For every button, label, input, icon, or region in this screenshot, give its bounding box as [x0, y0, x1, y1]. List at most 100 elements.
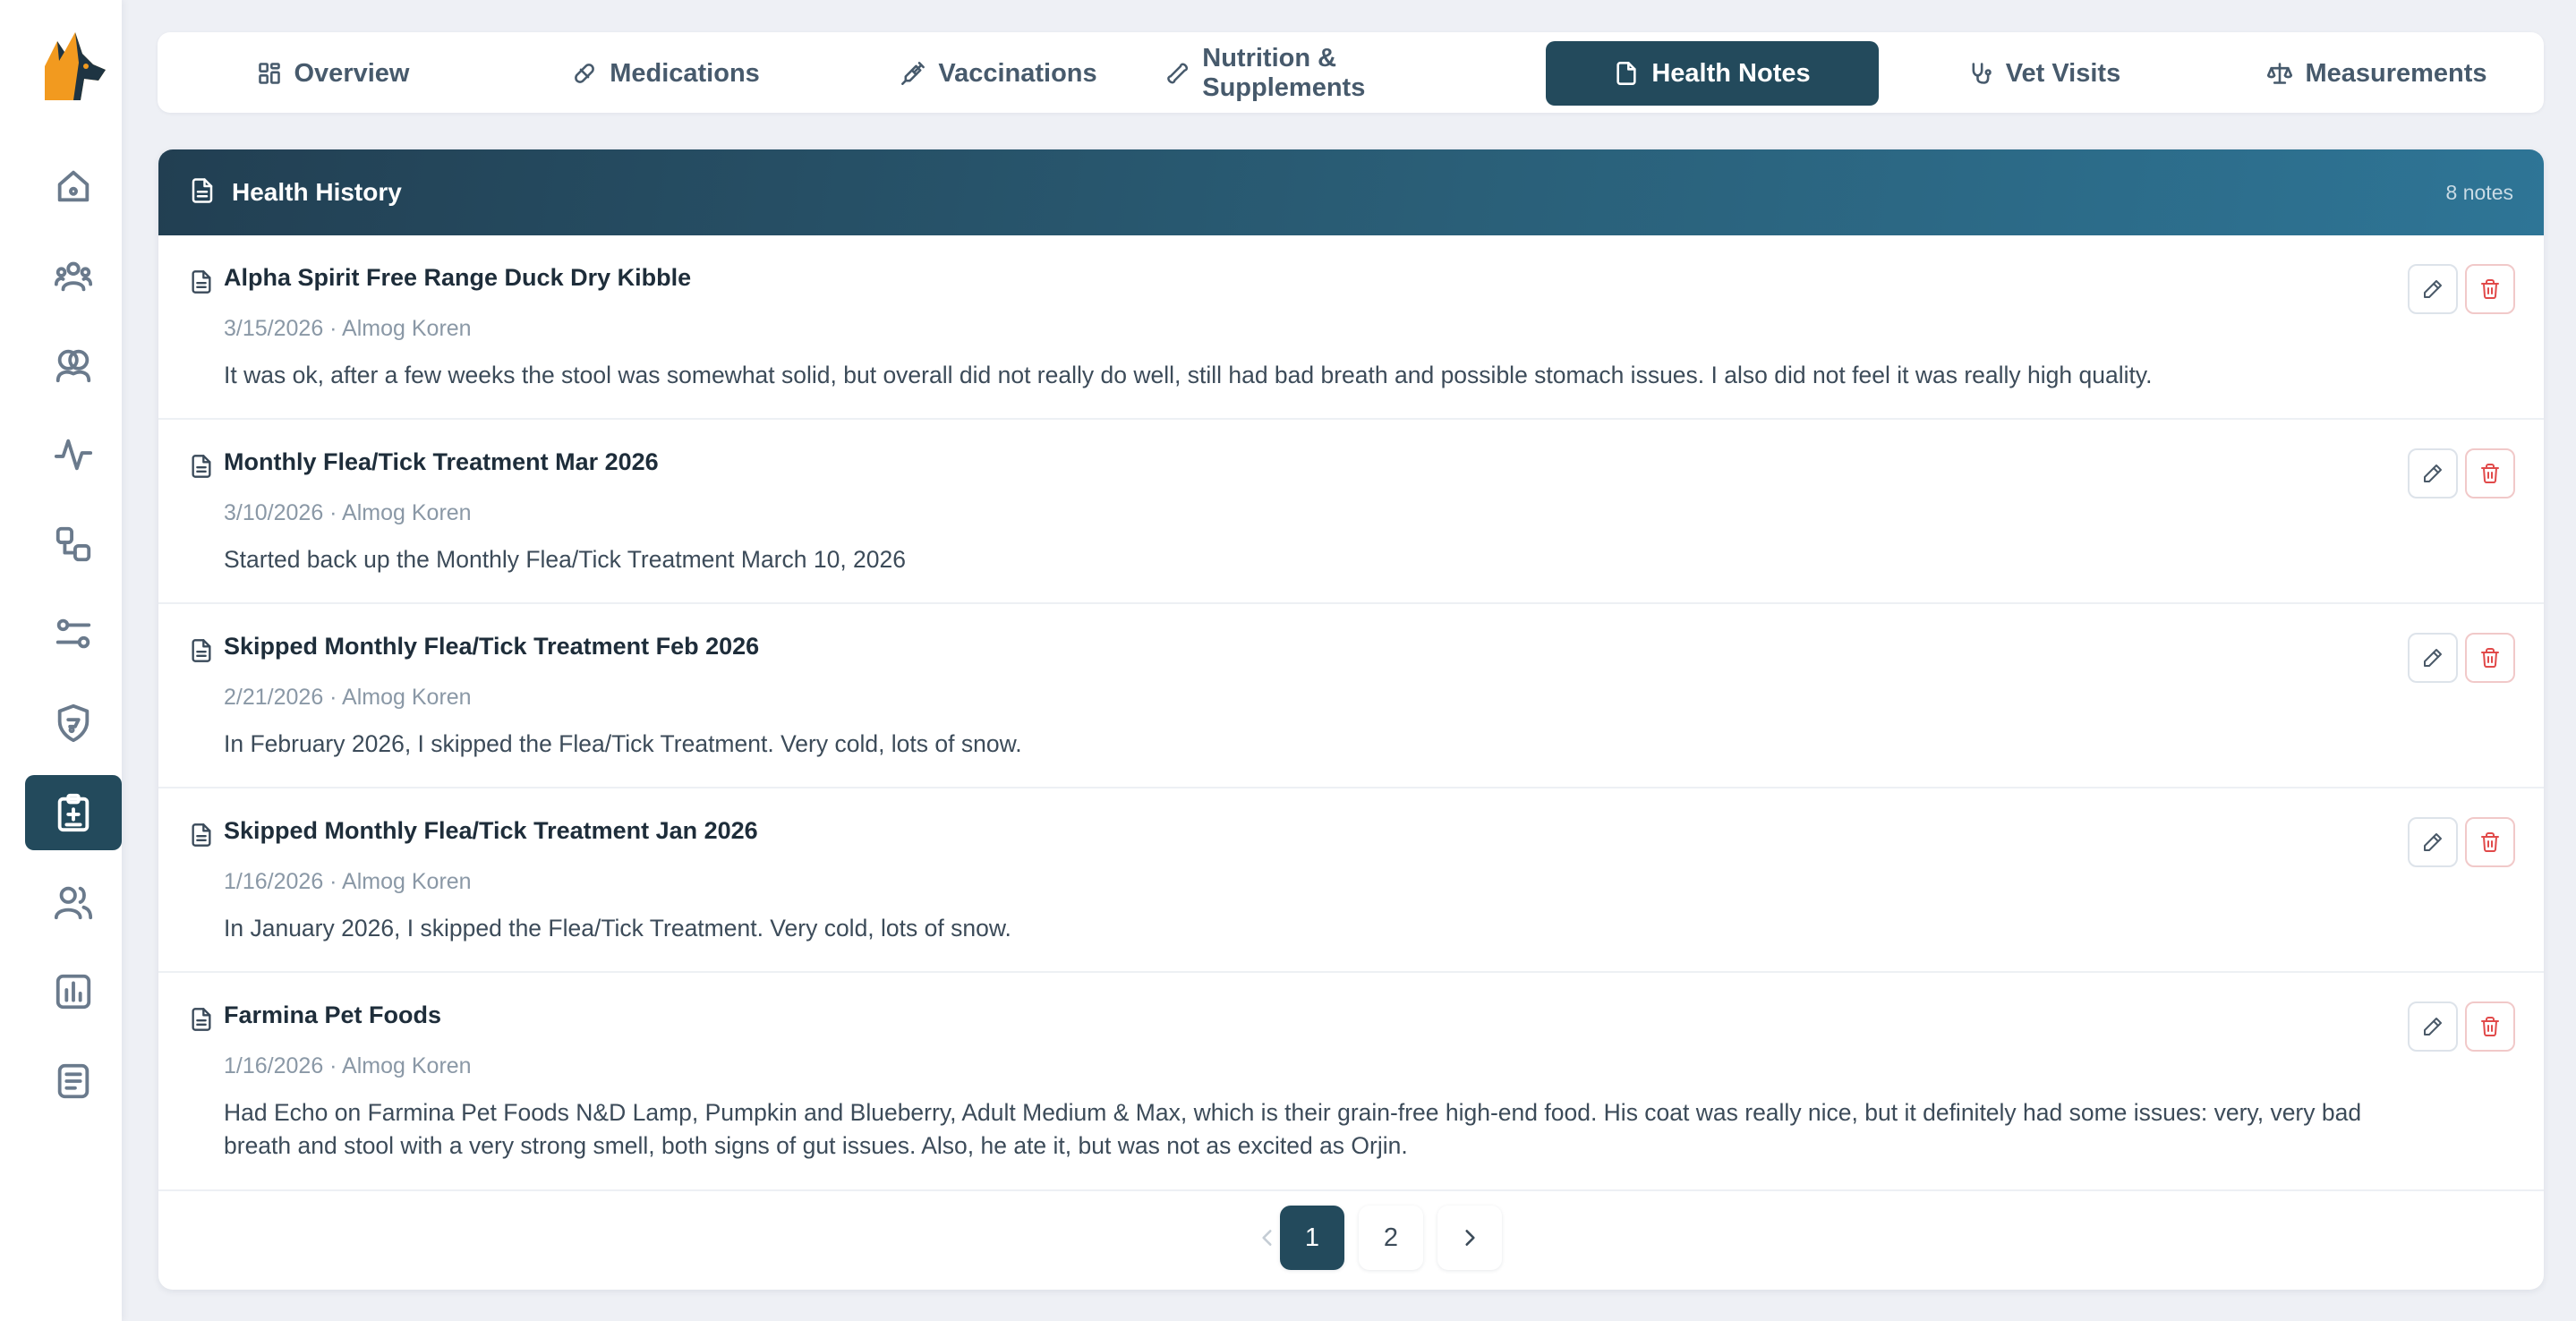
dog-logo[interactable] [39, 30, 107, 102]
page-2-button[interactable]: 2 [1359, 1206, 1423, 1270]
edit-note-button[interactable] [2408, 1001, 2458, 1052]
delete-note-button[interactable] [2465, 633, 2515, 683]
tab-vet-visits[interactable]: Vet Visits [1878, 41, 2211, 106]
delete-note-button[interactable] [2465, 817, 2515, 867]
medical-clipboard-icon [57, 793, 90, 832]
note-title: Skipped Monthly Flea/Tick Treatment Jan … [224, 817, 758, 844]
grid-icon [258, 63, 280, 84]
sidebar-item-activity[interactable] [25, 417, 122, 492]
delete-note-button[interactable] [2465, 448, 2515, 499]
edit-note-button[interactable] [2408, 264, 2458, 314]
pencil-icon [2424, 1018, 2442, 1035]
card-header: Health History 8 notes [158, 149, 2544, 235]
note-item: Skipped Monthly Flea/Tick Treatment Feb … [158, 604, 2544, 788]
note-meta: 3/15/2026 · Almog Koren [224, 316, 472, 341]
file-text-icon [189, 638, 214, 668]
note-body: It was ok, after a few weeks the stool w… [224, 362, 2153, 388]
pagination: 1 2 [158, 1206, 2544, 1272]
file-text-icon [189, 177, 216, 209]
tab-label: Health Notes [1651, 58, 1811, 88]
note-title: Farmina Pet Foods [224, 1001, 442, 1028]
notes-icon [57, 1063, 90, 1099]
sidebar-item-notes[interactable] [25, 1044, 122, 1119]
chart-icon [55, 974, 91, 1010]
note-title: Monthly Flea/Tick Treatment Mar 2026 [224, 448, 659, 475]
sidebar-item-settings[interactable] [25, 596, 122, 671]
users-icon [54, 886, 93, 920]
note-item: Farmina Pet Foods 1/16/2026 · Almog Kore… [158, 973, 2544, 1191]
card-title: Health History [232, 178, 402, 206]
sidebar [0, 0, 122, 1321]
tab-medications[interactable]: Medications [499, 41, 832, 106]
sidebar-item-health[interactable] [25, 775, 122, 850]
shield-paw-icon [57, 703, 90, 743]
pill-icon [575, 64, 595, 83]
tab-label: Measurements [2305, 58, 2487, 88]
file-icon [1616, 62, 1636, 85]
delete-note-button[interactable] [2465, 1001, 2515, 1052]
pencil-icon [2424, 649, 2442, 667]
note-item: Skipped Monthly Flea/Tick Treatment Jan … [158, 788, 2544, 973]
syringe-icon [901, 62, 925, 85]
note-meta: 3/10/2026 · Almog Koren [224, 500, 472, 525]
note-title: Alpha Spirit Free Range Duck Dry Kibble [224, 264, 692, 291]
edit-note-button[interactable] [2408, 448, 2458, 499]
file-text-icon [189, 822, 214, 852]
bone-icon [1167, 63, 1189, 84]
tab-vaccinations[interactable]: Vaccinations [832, 41, 1165, 106]
pencil-icon [2424, 833, 2442, 851]
note-body: In February 2026, I skipped the Flea/Tic… [224, 730, 1022, 757]
trash-icon [2481, 279, 2499, 299]
trash-icon [2481, 1017, 2499, 1036]
workflow-icon [55, 526, 91, 562]
health-history-card: Health History 8 notes Alpha Spirit Free… [158, 149, 2544, 1290]
pets-icon [55, 349, 91, 383]
tab-label: Medications [610, 58, 760, 88]
scale-icon [2267, 63, 2293, 84]
tab-label: Vaccinations [938, 58, 1097, 88]
note-body: Started back up the Monthly Flea/Tick Tr… [224, 546, 907, 573]
note-meta: 1/16/2026 · Almog Koren [224, 1053, 472, 1078]
edit-note-button[interactable] [2408, 633, 2458, 683]
pencil-icon [2424, 464, 2442, 482]
sidebar-item-pack[interactable] [25, 238, 122, 313]
next-page-button[interactable] [1437, 1206, 1502, 1270]
sidebar-item-reports[interactable] [25, 954, 122, 1029]
note-meta: 2/21/2026 · Almog Koren [224, 685, 472, 710]
pack-icon [54, 261, 93, 292]
chevron-left-icon [1262, 1230, 1272, 1246]
stethoscope-icon [1972, 63, 1992, 84]
tab-nutrition-supplements[interactable]: Nutrition & Supplements [1165, 41, 1498, 106]
file-text-icon [189, 1007, 214, 1036]
sidebar-item-home[interactable] [25, 149, 122, 224]
note-item: Monthly Flea/Tick Treatment Mar 2026 3/1… [158, 420, 2544, 604]
note-title: Skipped Monthly Flea/Tick Treatment Feb … [224, 633, 760, 660]
tab-measurements[interactable]: Measurements [2211, 41, 2544, 106]
tab-label: Vet Visits [2005, 58, 2121, 88]
tab-overview[interactable]: Overview [166, 41, 499, 106]
note-item: Alpha Spirit Free Range Duck Dry Kibble … [158, 235, 2544, 420]
file-text-icon [189, 269, 214, 299]
trash-icon [2481, 832, 2499, 852]
section-tabs: Overview Medications Vaccinations Nutrit… [158, 32, 2544, 113]
trash-icon [2481, 464, 2499, 483]
home-icon [57, 170, 90, 202]
sidebar-item-users[interactable] [25, 865, 122, 940]
trash-icon [2481, 648, 2499, 668]
sidebar-item-workflow[interactable] [25, 507, 122, 582]
delete-note-button[interactable] [2465, 264, 2515, 314]
file-text-icon [189, 454, 214, 483]
sidebar-item-protection[interactable] [25, 686, 122, 761]
tab-health-notes[interactable]: Health Notes [1546, 41, 1879, 106]
chevron-right-icon [1465, 1230, 1475, 1246]
tab-label: Overview [294, 58, 410, 88]
note-body: Had Echo on Farmina Pet Foods N&D Lamp, … [224, 1099, 2362, 1159]
edit-note-button[interactable] [2408, 817, 2458, 867]
tab-label: Nutrition & Supplements [1202, 44, 1366, 102]
page-1-button[interactable]: 1 [1280, 1206, 1344, 1270]
pencil-icon [2424, 280, 2442, 298]
note-meta: 1/16/2026 · Almog Koren [224, 869, 472, 894]
notes-count: 8 notes [2445, 180, 2513, 204]
activity-icon [54, 439, 93, 471]
sidebar-item-pets[interactable] [25, 328, 122, 403]
